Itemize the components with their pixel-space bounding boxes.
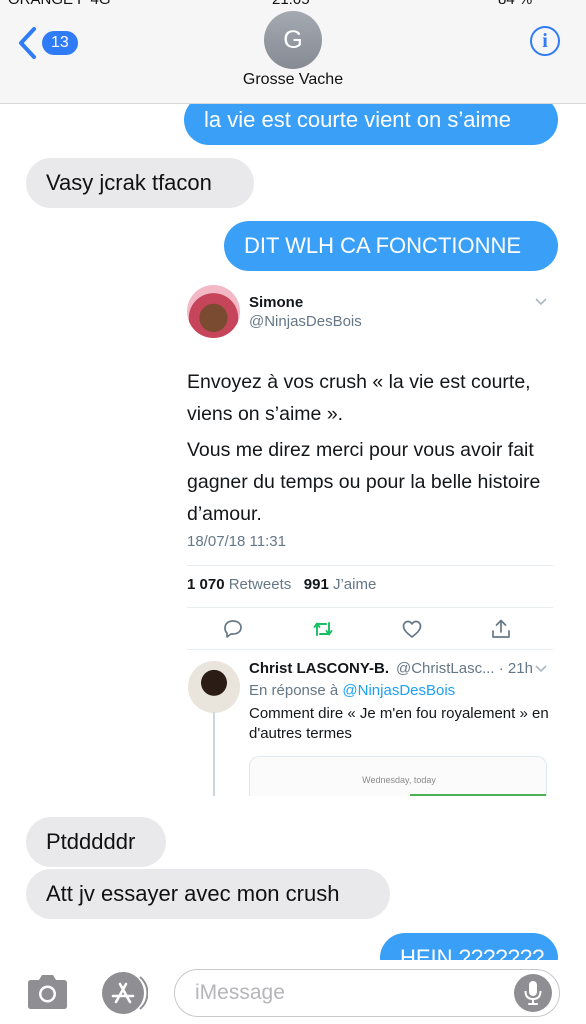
likes-count: 991 bbox=[303, 576, 329, 593]
tweet-author-name: Simone bbox=[249, 294, 304, 311]
reply-icon bbox=[224, 620, 242, 638]
back-chevron-icon bbox=[19, 27, 36, 59]
contact-avatar[interactable]: G bbox=[264, 11, 322, 69]
share-icon bbox=[492, 619, 510, 638]
battery-level: 84 % bbox=[498, 0, 532, 8]
conversation-header: ORANGE F 4G 21:05 84 % 13 G Grosse Vache… bbox=[0, 0, 586, 104]
reply-author-avatar bbox=[188, 661, 240, 713]
incoming-message-bubble[interactable]: Vasy jcrak tfacon bbox=[26, 158, 254, 208]
divider bbox=[187, 607, 553, 608]
caret-down-icon bbox=[535, 665, 547, 673]
outgoing-message-bubble[interactable]: DIT WLH CA FONCTIONNE bbox=[224, 221, 558, 271]
outgoing-message-bubble[interactable]: la vie est courte vient on s’aime bbox=[184, 104, 558, 145]
app-store-icon[interactable] bbox=[100, 971, 148, 1015]
incoming-message-bubble[interactable]: Ptdddddr bbox=[26, 817, 166, 867]
in-reply-handle: @NinjasDesBois bbox=[342, 682, 456, 699]
reply-card-text: Wednesday, today bbox=[362, 775, 436, 785]
clock: 21:05 bbox=[272, 0, 310, 8]
thread-line bbox=[213, 712, 215, 796]
unread-count-badge: 13 bbox=[42, 31, 78, 55]
tweet-author-handle: @NinjasDesBois bbox=[249, 313, 362, 330]
message-clip-top: la vie est courte vient on s’aime bbox=[0, 104, 586, 150]
reply-text: Comment dire « Je m'en fou royalement » … bbox=[249, 705, 549, 742]
likes-label: J’aime bbox=[332, 576, 377, 593]
info-icon[interactable]: i bbox=[530, 26, 560, 56]
tweet-text-paragraph: Envoyez à vos crush « la vie est courte,… bbox=[187, 371, 531, 425]
divider bbox=[187, 649, 553, 650]
retweets-label: Retweets bbox=[228, 576, 292, 593]
status-bar: ORANGE F 4G 21:05 84 % bbox=[0, 0, 586, 10]
microphone-icon bbox=[524, 981, 542, 1005]
tweet-text-paragraph: Vous me direz merci pour vous avoir fait… bbox=[187, 439, 541, 525]
retweets-count: 1 070 bbox=[187, 576, 225, 593]
in-reply-prefix: En réponse à bbox=[249, 682, 339, 699]
tweet-date: 18/07/18 11:31 bbox=[187, 533, 286, 550]
contact-name[interactable]: Grosse Vache bbox=[0, 71, 586, 89]
reply-media-card: Wednesday, today bbox=[249, 756, 547, 796]
reply-author-handle: @ChristLasc... · 21h bbox=[396, 660, 533, 677]
tweet-stats: 1 070 Retweets 991 J’aime bbox=[187, 576, 376, 593]
caret-down-icon bbox=[535, 298, 547, 306]
in-reply-to: En réponse à @NinjasDesBois bbox=[249, 682, 455, 699]
reply-author-name: Christ LASCONY-B. bbox=[249, 660, 390, 677]
outgoing-message-bubble[interactable]: HEIN ??????? bbox=[380, 933, 558, 960]
tweet-screenshot-attachment[interactable]: Simone @NinjasDesBois Envoyez à vos crus… bbox=[177, 280, 557, 796]
imessage-input[interactable] bbox=[174, 969, 560, 1017]
retweet-icon bbox=[313, 622, 333, 636]
incoming-message-bubble[interactable]: Att jv essayer avec mon crush bbox=[26, 869, 390, 919]
camera-icon[interactable] bbox=[25, 973, 70, 1011]
reply-card-bar bbox=[410, 794, 546, 796]
carrier-label: ORANGE F 4G bbox=[8, 0, 111, 8]
back-button[interactable]: 13 bbox=[16, 26, 78, 60]
like-icon bbox=[402, 620, 422, 638]
divider bbox=[187, 565, 553, 566]
message-clip-bottom: HEIN ??????? bbox=[0, 920, 586, 960]
tweet-author-avatar bbox=[187, 285, 240, 338]
microphone-button[interactable] bbox=[514, 974, 552, 1012]
